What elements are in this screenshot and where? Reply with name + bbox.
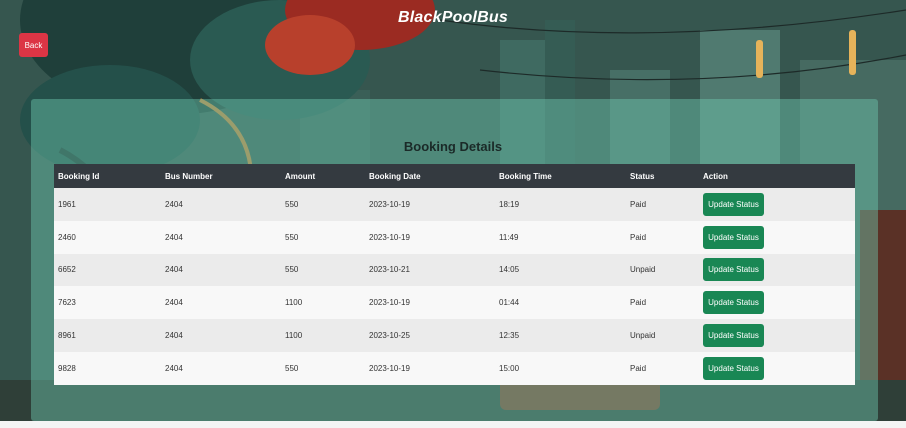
- bottom-strip: [0, 421, 906, 428]
- update-status-button[interactable]: Update Status: [703, 225, 764, 249]
- column-header-booking-id: Booking Id: [58, 171, 100, 181]
- cell-bus-number: 2404: [165, 363, 183, 373]
- cell-status: Unpaid: [630, 265, 656, 275]
- cell-action: Update Status: [699, 221, 855, 254]
- table-row: 2460 2404 550 2023-10-19 11:49 Paid Upda…: [54, 220, 855, 254]
- update-status-button[interactable]: Update Status: [703, 258, 764, 282]
- update-status-button[interactable]: Update Status: [703, 324, 764, 348]
- cell-amount: 550: [285, 199, 299, 209]
- table-header-row: Booking Id Bus Number Amount Booking Dat…: [54, 164, 855, 188]
- cell-booking-time: 01:44: [499, 298, 520, 308]
- table-row: 6652 2404 550 2023-10-21 14:05 Unpaid Up…: [54, 253, 855, 287]
- cell-booking-id: 2460: [58, 232, 76, 242]
- cell-amount: 550: [285, 265, 299, 275]
- update-status-button[interactable]: Update Status: [703, 192, 764, 216]
- cell-booking-time: 12:35: [499, 331, 520, 341]
- page-title: Booking Details: [403, 139, 503, 154]
- cell-bus-number: 2404: [165, 265, 183, 275]
- cell-amount: 1100: [285, 298, 303, 308]
- cell-status: Paid: [630, 199, 647, 209]
- cell-bus-number: 2404: [165, 199, 183, 209]
- cell-booking-id: 6652: [58, 265, 76, 275]
- cell-booking-date: 2023-10-19: [369, 298, 410, 308]
- cell-amount: 550: [285, 232, 299, 242]
- bookings-table: Booking Id Bus Number Amount Booking Dat…: [54, 164, 855, 385]
- cell-bus-number: 2404: [165, 298, 183, 308]
- update-status-button[interactable]: Update Status: [703, 291, 764, 315]
- cell-booking-date: 2023-10-25: [369, 331, 410, 341]
- cell-booking-date: 2023-10-19: [369, 199, 410, 209]
- column-header-bus-number: Bus Number: [165, 171, 213, 181]
- update-status-button[interactable]: Update Status: [703, 356, 764, 380]
- cell-action: Update Status: [699, 188, 855, 221]
- table-row: 7623 2404 1100 2023-10-19 01:44 Paid Upd…: [54, 286, 855, 320]
- column-header-action: Action: [703, 171, 728, 181]
- cell-booking-id: 8961: [58, 331, 76, 341]
- cell-status: Unpaid: [630, 331, 656, 341]
- brand-title: BlackPoolBus: [398, 9, 508, 26]
- cell-booking-date: 2023-10-19: [369, 363, 410, 373]
- table-row: 9828 2404 550 2023-10-19 15:00 Paid Upda…: [54, 351, 855, 385]
- table-row: 8961 2404 1100 2023-10-25 12:35 Unpaid U…: [54, 319, 855, 352]
- cell-booking-id: 9828: [58, 363, 76, 373]
- cell-action: Update Status: [699, 286, 855, 319]
- cell-status: Paid: [630, 363, 647, 373]
- table-row: 1961 2404 550 2023-10-19 18:19 Paid Upda…: [54, 188, 855, 221]
- cell-amount: 550: [285, 363, 299, 373]
- column-header-amount: Amount: [285, 171, 316, 181]
- column-header-status: Status: [630, 171, 655, 181]
- cell-status: Paid: [630, 298, 647, 308]
- cell-booking-date: 2023-10-19: [369, 232, 410, 242]
- cell-bus-number: 2404: [165, 331, 183, 341]
- cell-action: Update Status: [699, 352, 855, 385]
- cell-action: Update Status: [699, 254, 855, 287]
- cell-action: Update Status: [699, 319, 855, 352]
- cell-booking-date: 2023-10-21: [369, 265, 410, 275]
- column-header-booking-date: Booking Date: [369, 171, 421, 181]
- cell-bus-number: 2404: [165, 232, 183, 242]
- cell-booking-time: 11:49: [499, 232, 519, 242]
- cell-booking-id: 7623: [58, 298, 76, 308]
- cell-status: Paid: [630, 232, 647, 242]
- cell-booking-id: 1961: [58, 199, 76, 209]
- back-button[interactable]: Back: [19, 33, 48, 57]
- cell-booking-time: 18:19: [499, 199, 520, 209]
- cell-booking-time: 15:00: [499, 363, 520, 373]
- cell-booking-time: 14:05: [499, 265, 520, 275]
- cell-amount: 1100: [285, 331, 303, 341]
- column-header-booking-time: Booking Time: [499, 171, 552, 181]
